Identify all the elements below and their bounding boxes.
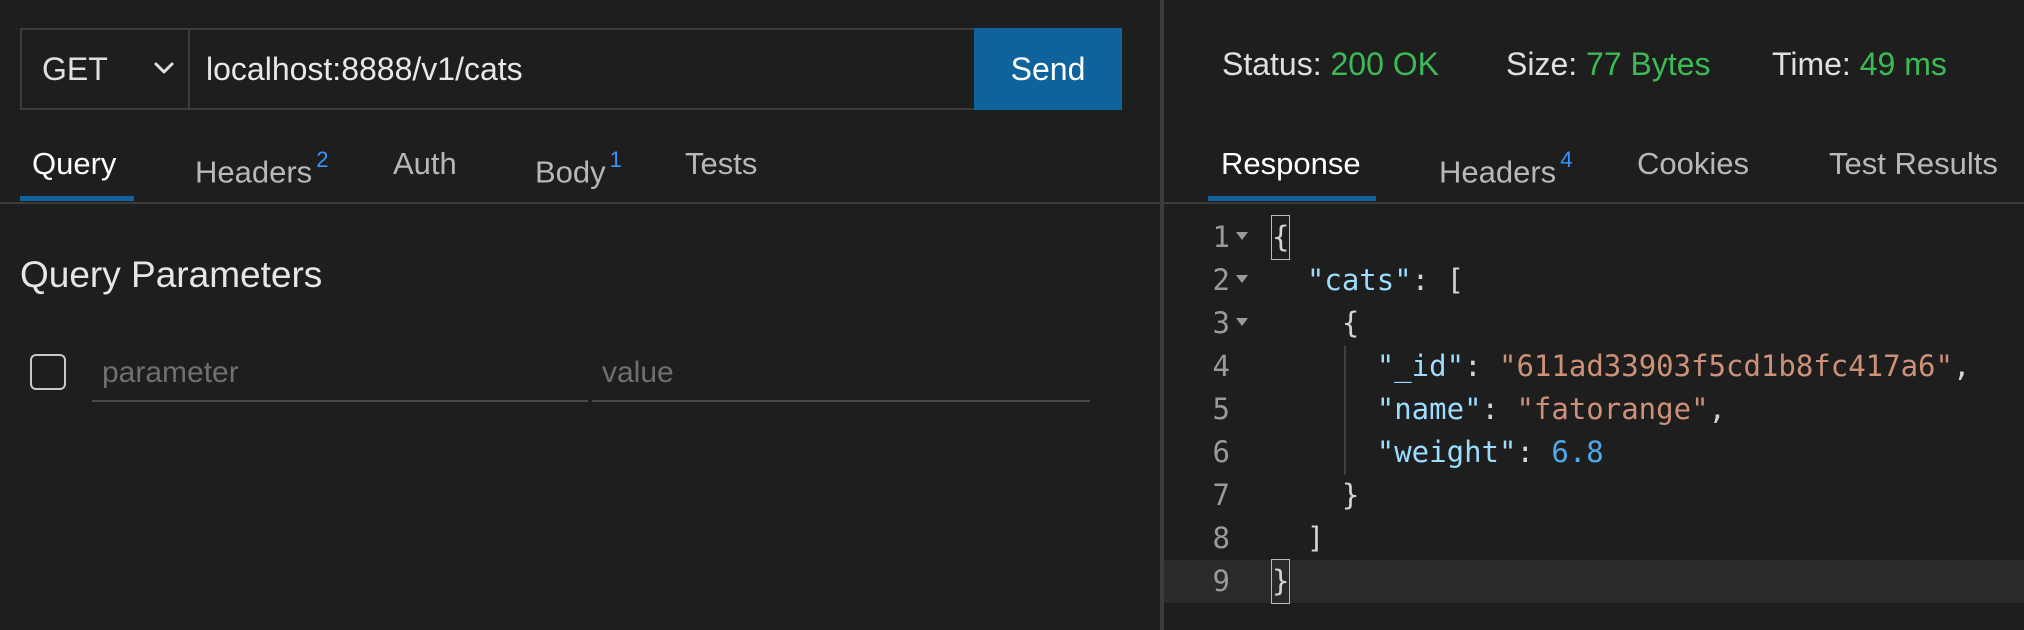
- tab-response[interactable]: Response: [1221, 140, 1361, 200]
- line-number: 9: [1212, 564, 1230, 598]
- tab-cookies[interactable]: Cookies: [1637, 140, 1749, 200]
- time-label: Time:: [1772, 46, 1851, 82]
- status-label: Status:: [1222, 46, 1322, 82]
- tab-label: Headers: [1439, 154, 1557, 190]
- method-label: GET: [42, 50, 108, 87]
- tab-tests[interactable]: Tests: [685, 140, 757, 200]
- code-line-current: 9 }: [1164, 559, 2024, 604]
- url-input[interactable]: localhost:8888/v1/cats: [188, 28, 976, 110]
- status-value: 200 OK: [1330, 46, 1440, 82]
- tab-headers[interactable]: Headers 2: [195, 140, 328, 200]
- param-enable-checkbox[interactable]: [30, 354, 66, 390]
- response-panel: Status: 200 OK Size: 77 Bytes Time: 49 m…: [1164, 0, 2024, 630]
- code-line: 6 "weight": 6.8: [1164, 431, 2024, 474]
- code-text: {: [1270, 215, 1291, 260]
- line-number: 6: [1212, 435, 1230, 469]
- tab-label: Test Results: [1829, 146, 1998, 181]
- tab-query[interactable]: Query: [32, 140, 116, 200]
- size-value: 77 Bytes: [1586, 46, 1711, 82]
- headers-count-badge: 2: [316, 147, 329, 172]
- tab-label: Body: [535, 154, 606, 190]
- code-line: 4 "_id": "611ad33903f5cd1b8fc417a6",: [1164, 345, 2024, 388]
- size-label: Size:: [1506, 46, 1578, 82]
- active-tab-indicator: [1208, 196, 1376, 201]
- parameter-input[interactable]: [92, 346, 588, 402]
- body-count-badge: 1: [609, 147, 622, 172]
- code-line: 3 {: [1164, 302, 2024, 345]
- code-text: }: [1270, 559, 1291, 604]
- code-text: {: [1272, 306, 1360, 340]
- code-text: }: [1272, 478, 1360, 512]
- tab-test-results[interactable]: Test Results: [1829, 140, 1998, 200]
- code-text: "cats": [: [1306, 263, 1465, 297]
- code-text: "name": "fatorange",: [1376, 392, 1726, 426]
- code-text: ]: [1272, 521, 1325, 555]
- query-param-row: [20, 346, 1090, 406]
- time-value: 49 ms: [1859, 46, 1947, 82]
- tab-label: Auth: [393, 146, 457, 181]
- line-number: 7: [1212, 478, 1230, 512]
- tab-label: Headers: [195, 154, 313, 190]
- code-line: 8 ]: [1164, 517, 2024, 560]
- line-number: 8: [1212, 521, 1230, 555]
- url-text: localhost:8888/v1/cats: [206, 50, 523, 87]
- send-button[interactable]: Send: [974, 28, 1122, 110]
- value-input[interactable]: [592, 346, 1090, 402]
- query-parameters-title: Query Parameters: [20, 254, 323, 295]
- size-info: Size: 77 Bytes: [1506, 46, 1711, 83]
- tab-body[interactable]: Body 1: [535, 140, 622, 200]
- tab-label: Tests: [685, 146, 758, 181]
- fold-arrow-icon[interactable]: [1236, 318, 1248, 326]
- line-number: 2: [1212, 263, 1230, 297]
- fold-arrow-icon[interactable]: [1236, 275, 1248, 283]
- line-number: 1: [1212, 220, 1230, 254]
- code-line: 2 "cats": [: [1164, 259, 2024, 302]
- time-info: Time: 49 ms: [1772, 46, 1947, 83]
- tab-auth[interactable]: Auth: [393, 140, 457, 200]
- tab-label: Cookies: [1637, 146, 1749, 181]
- request-panel: GET localhost:8888/v1/cats Send Query He…: [0, 0, 1160, 630]
- status-info: Status: 200 OK: [1222, 46, 1439, 83]
- code-text: "weight": 6.8: [1376, 435, 1604, 469]
- tab-divider: [1164, 202, 2024, 204]
- line-number: 5: [1212, 392, 1230, 426]
- line-number: 4: [1212, 349, 1230, 383]
- tab-label: Response: [1221, 146, 1361, 181]
- code-line: 5 "name": "fatorange",: [1164, 388, 2024, 431]
- method-select[interactable]: GET: [20, 28, 190, 110]
- code-line: 1 {: [1164, 215, 2024, 260]
- fold-arrow-icon[interactable]: [1236, 232, 1248, 240]
- request-bar: GET localhost:8888/v1/cats Send: [20, 28, 1122, 110]
- tab-divider: [0, 202, 1160, 204]
- code-text: "_id": "611ad33903f5cd1b8fc417a6",: [1376, 349, 1971, 383]
- tab-label: Query: [32, 146, 117, 181]
- chevron-down-icon: [154, 62, 174, 74]
- active-tab-indicator: [20, 196, 134, 201]
- tab-response-headers[interactable]: Headers 4: [1439, 140, 1572, 200]
- line-number: 3: [1212, 306, 1230, 340]
- response-headers-count-badge: 4: [1560, 147, 1573, 172]
- code-line: 7 }: [1164, 474, 2024, 517]
